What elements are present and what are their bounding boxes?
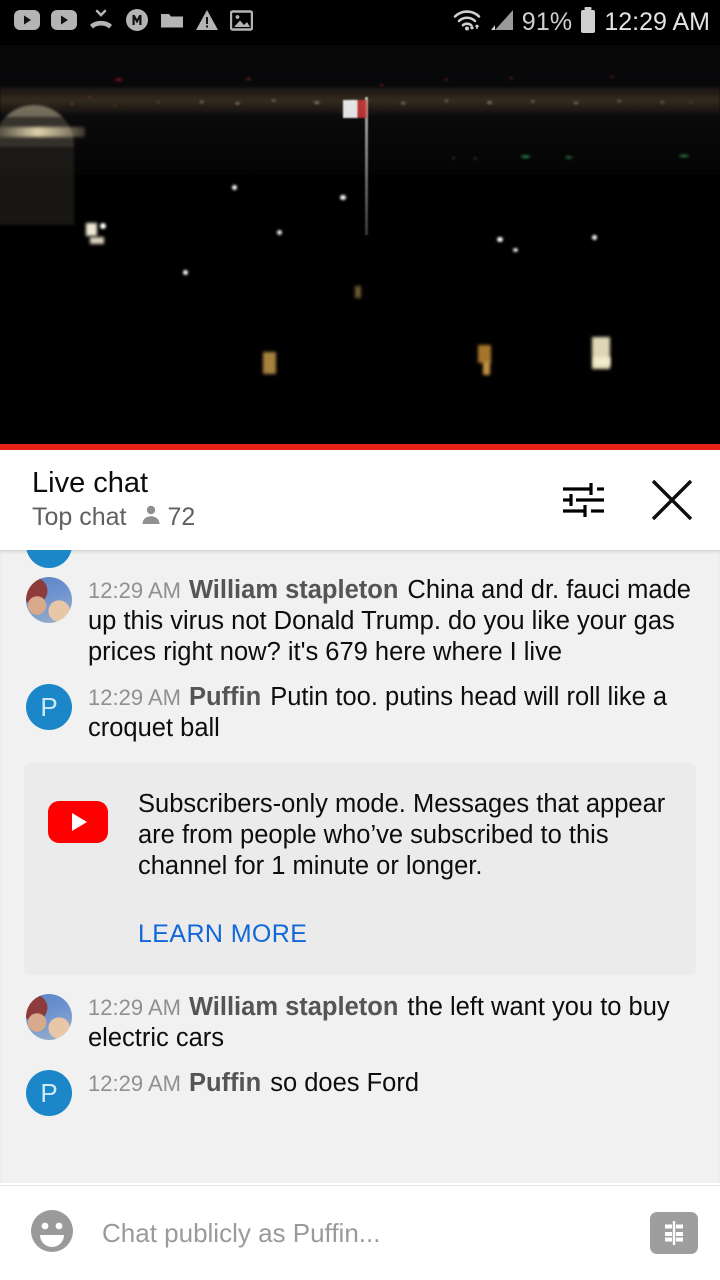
dollar-superchat-icon[interactable] <box>650 1212 698 1254</box>
banner-text: Subscribers-only mode. Messages that app… <box>138 790 666 880</box>
avatar[interactable]: P <box>26 684 72 730</box>
message-timestamp: 12:29 AM <box>88 578 181 603</box>
video-player[interactable] <box>0 45 720 450</box>
street-light <box>497 237 503 242</box>
image-icon <box>229 9 254 36</box>
phone-screen: 91% 12:29 AM Live chat Top chat 72 12:29… <box>0 0 720 1280</box>
folder-icon <box>160 10 184 35</box>
youtube-logo-icon <box>48 801 108 843</box>
street-light <box>183 270 188 275</box>
chat-message-body: 12:29 AM William stapleton China and dr. f… <box>88 575 700 668</box>
memorial-dome <box>0 105 74 225</box>
street-light <box>277 230 282 235</box>
wifi-icon <box>452 8 482 37</box>
message-text: so does Ford <box>270 1069 420 1097</box>
chat-header-titles: Live chat Top chat 72 <box>32 468 195 531</box>
search-input[interactable] <box>102 1217 632 1249</box>
battery-icon <box>579 6 597 39</box>
avatar-letter: P <box>40 1077 58 1108</box>
youtube-play-triangle <box>72 813 87 831</box>
chat-message-body: 12:29 AM William stapleton the left want y… <box>88 992 700 1054</box>
list-item[interactable] <box>0 550 720 568</box>
chat-mode-label[interactable]: Top chat <box>32 503 127 532</box>
building-window-light <box>594 357 610 366</box>
subscribers-only-banner: Subscribers-only mode. Messages that app… <box>24 763 696 975</box>
emoji-smiley-icon[interactable] <box>28 1207 76 1260</box>
list-item[interactable]: P 12:29 AM Puffin Putin too. putins head w… <box>0 675 720 751</box>
learn-more-link[interactable]: LEARN MORE <box>138 920 670 949</box>
warning-triangle-icon <box>195 9 219 36</box>
building-window-light <box>355 286 361 298</box>
chat-header-actions <box>558 474 698 526</box>
list-item[interactable]: 12:29 AM William stapleton the left want y… <box>0 985 720 1061</box>
flag <box>343 100 367 118</box>
avatar-letter: P <box>40 691 58 722</box>
street-light <box>513 248 518 252</box>
memorial-glow <box>0 127 85 137</box>
chat-input-bar <box>0 1185 720 1280</box>
chat-message-list[interactable]: 12:29 AM William stapleton China and dr. f… <box>0 550 720 1183</box>
message-timestamp: 12:29 AM <box>88 1071 181 1096</box>
message-timestamp: 12:29 AM <box>88 995 181 1020</box>
message-author[interactable]: Puffin <box>189 683 261 711</box>
avatar[interactable]: P <box>26 1070 72 1116</box>
youtube-icon <box>14 10 40 35</box>
live-chat-header: Live chat Top chat 72 <box>0 450 720 550</box>
avatar[interactable] <box>26 577 72 623</box>
avatar[interactable] <box>26 550 72 568</box>
status-bar-system-icons: 91% 12:29 AM <box>452 6 710 39</box>
viewer-count-group: 72 <box>139 502 196 532</box>
chat-message-body: 12:29 AM Puffin Putin too. putins head wil… <box>88 682 700 744</box>
building-window-light <box>86 223 97 236</box>
chat-message-body: 12:29 AM Puffin so does Ford <box>88 1068 700 1099</box>
building-window-light <box>483 361 490 375</box>
message-author[interactable]: William stapleton <box>189 576 398 604</box>
status-bar-notification-icons <box>14 8 254 37</box>
chat-message-body <box>88 550 700 553</box>
clock-label: 12:29 AM <box>604 8 710 36</box>
street-light <box>232 185 237 190</box>
street-light <box>592 235 597 240</box>
list-item[interactable]: P 12:29 AM Puffin so does Ford <box>0 1061 720 1123</box>
banner-body: Subscribers-only mode. Messages that app… <box>138 789 670 949</box>
youtube-icon <box>51 10 77 35</box>
status-bar: 91% 12:29 AM <box>0 0 720 45</box>
viewer-count-label: 72 <box>167 502 196 531</box>
close-x-icon[interactable] <box>646 474 698 526</box>
message-author[interactable]: William stapleton <box>189 993 398 1021</box>
tune-sliders-icon[interactable] <box>558 477 606 523</box>
street-light <box>100 223 106 229</box>
message-timestamp: 12:29 AM <box>88 685 181 710</box>
street-light <box>340 195 346 200</box>
message-author[interactable]: Puffin <box>189 1069 261 1097</box>
building-window-light <box>90 237 104 244</box>
monotype-m-icon <box>125 8 149 37</box>
page-title: Live chat <box>32 467 149 500</box>
avatar[interactable] <box>26 994 72 1040</box>
list-item[interactable]: 12:29 AM William stapleton China and dr. f… <box>0 568 720 675</box>
cell-signal-icon <box>489 8 515 37</box>
building-window-light <box>263 352 276 374</box>
person-icon <box>139 503 163 532</box>
green-sign-lights <box>0 145 720 171</box>
battery-percent-label: 91% <box>521 8 573 36</box>
chat-header-subtitle-row: Top chat 72 <box>32 503 195 532</box>
missed-call-icon <box>88 9 114 36</box>
